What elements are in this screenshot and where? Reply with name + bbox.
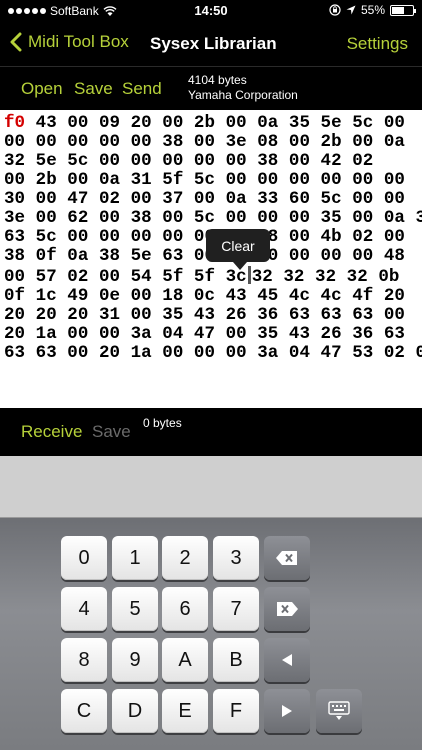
key-f[interactable]: F [213, 689, 259, 733]
key-c[interactable]: C [61, 689, 107, 733]
key-8[interactable]: 8 [61, 638, 107, 682]
forward-delete-icon [277, 602, 298, 616]
manufacturer-name: Yamaha Corporation [188, 88, 298, 102]
key-9[interactable]: 9 [112, 638, 158, 682]
cursor-right-key[interactable] [264, 689, 310, 733]
received-byte-count: 0 bytes [143, 416, 182, 430]
page-title: Sysex Librarian [150, 34, 277, 53]
status-right: 55% [329, 3, 416, 17]
hex-line: 0f 1c 49 0e 00 18 0c 43 45 4c 4c 4f 20 [4, 286, 405, 306]
hex-line: 30 00 47 02 00 37 00 0a 33 60 5c 00 00 [4, 189, 405, 209]
receive-button[interactable]: Receive [21, 422, 82, 442]
key-3[interactable]: 3 [213, 536, 259, 580]
hex-line: 32 5e 5c 00 00 00 00 00 38 00 42 02 [4, 151, 374, 171]
hex-line-text: 00 57 02 00 54 5f 5f 3c [4, 267, 247, 287]
byte-count: 4104 bytes [188, 73, 247, 87]
keyboard-dismiss-icon [328, 701, 350, 720]
hex-keypad: 0 1 2 3 4 5 6 7 8 9 A B C D E F [0, 518, 422, 750]
key-0[interactable]: 0 [61, 536, 107, 580]
hex-line: 00 2b 00 0a 31 5f 5c 00 00 00 00 00 00 [4, 170, 405, 190]
toolbar: Open Save Send 4104 bytes Yamaha Corpora… [0, 66, 422, 110]
key-4[interactable]: 4 [61, 587, 107, 631]
key-7[interactable]: 7 [213, 587, 259, 631]
hex-line: 00 57 02 00 54 5f 5f 3c 32 32 32 32 0b [4, 266, 422, 287]
back-button[interactable]: Midi Tool Box [10, 32, 129, 52]
dismiss-keyboard-key[interactable] [316, 689, 362, 733]
key-e[interactable]: E [162, 689, 208, 733]
battery-percent: 55% [360, 3, 385, 17]
hex-line: f0 43 00 09 20 00 2b 00 0a 35 5e 5c 00 [4, 114, 422, 133]
arrow-right-icon [282, 705, 292, 717]
text-caret [247, 266, 251, 284]
cursor-left-key[interactable] [264, 638, 310, 682]
key-a[interactable]: A [162, 638, 208, 682]
hex-line-text: 43 00 09 20 00 2b 00 0a 35 5e 5c 00 [25, 113, 405, 133]
sysex-info: 4104 bytes Yamaha Corporation [188, 73, 298, 103]
settings-button[interactable]: Settings [347, 34, 408, 54]
open-button[interactable]: Open [21, 79, 63, 99]
hex-line: 20 1a 00 00 3a 04 47 00 35 43 26 36 63 [4, 324, 405, 344]
send-button[interactable]: Send [122, 79, 162, 99]
key-5[interactable]: 5 [112, 587, 158, 631]
hex-line-text: 32 32 32 32 0b [251, 267, 400, 287]
arrow-left-icon [282, 654, 292, 666]
receive-bar: Receive Save 0 bytes [0, 408, 422, 456]
received-data-area [0, 456, 422, 518]
hex-start-byte: f0 [4, 113, 26, 133]
chevron-left-icon [10, 32, 22, 52]
hex-line: 3e 00 62 00 38 00 5c 00 00 00 35 00 0a 3… [4, 208, 422, 228]
navigation-bar: Midi Tool Box Sysex Librarian Settings [0, 22, 422, 66]
save-button[interactable]: Save [74, 79, 113, 99]
hex-line: 00 00 00 00 00 38 00 3e 08 00 2b 00 0a [4, 132, 405, 152]
receive-save-button[interactable]: Save [92, 422, 131, 442]
hex-line: 63 63 00 20 1a 00 00 00 3a 04 47 53 02 0… [4, 343, 422, 363]
status-bar: SoftBank 14:50 55% [0, 0, 422, 22]
key-d[interactable]: D [112, 689, 158, 733]
hex-line: 20 20 20 31 00 35 43 26 36 63 63 63 00 [4, 305, 405, 325]
rotation-lock-icon [329, 4, 341, 16]
backspace-icon [276, 551, 297, 565]
key-6[interactable]: 6 [162, 587, 208, 631]
key-b[interactable]: B [213, 638, 259, 682]
backspace-key[interactable] [264, 536, 310, 580]
location-icon [346, 5, 356, 15]
battery-icon [390, 4, 416, 16]
key-1[interactable]: 1 [112, 536, 158, 580]
clear-menu-button[interactable]: Clear [206, 229, 270, 270]
back-button-label: Midi Tool Box [28, 32, 129, 51]
key-2[interactable]: 2 [162, 536, 208, 580]
forward-delete-key[interactable] [264, 587, 310, 631]
